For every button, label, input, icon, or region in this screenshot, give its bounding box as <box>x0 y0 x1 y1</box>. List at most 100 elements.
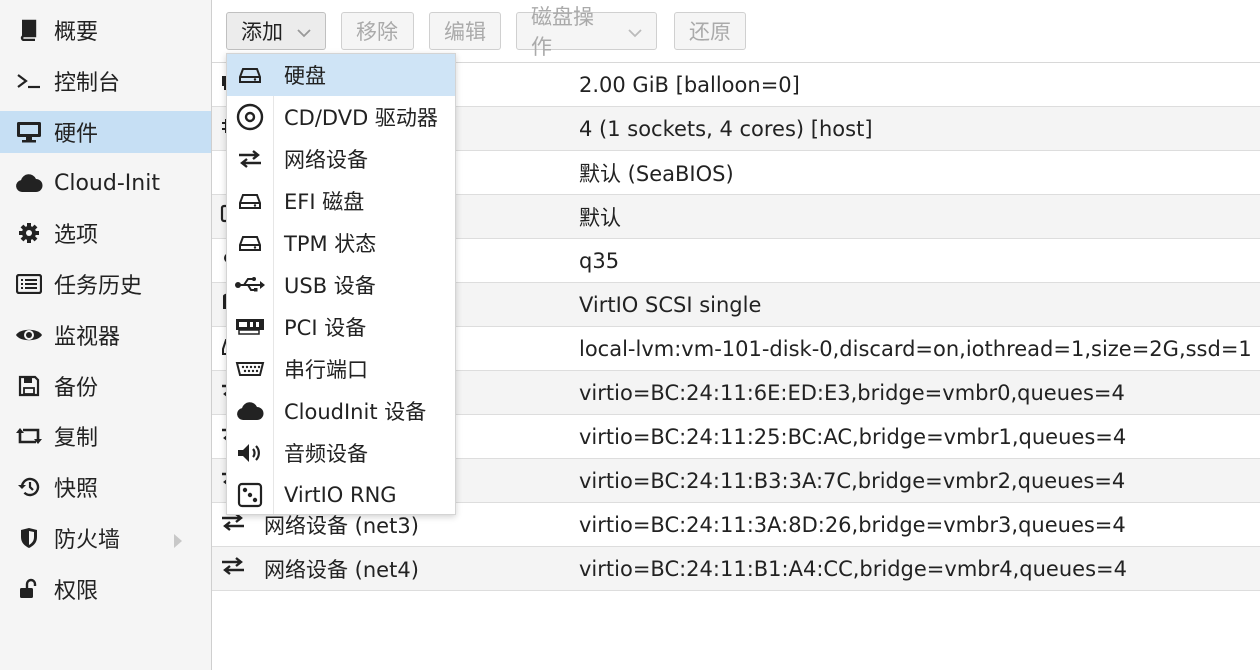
sidebar-item-label: 硬件 <box>54 122 99 147</box>
eye-icon <box>14 326 44 344</box>
sidebar: 概要 控制台 硬件 Cloud-Init 选项 任务历史 监视器 备份 复制 快… <box>0 0 212 670</box>
disk-action-button-label: 磁盘操作 <box>531 5 594 59</box>
menu-item-efi-disk[interactable]: EFI 磁盘 <box>227 180 455 222</box>
row-value: virtio=BC:24:11:6E:ED:E3,bridge=vmbr0,qu… <box>579 380 1125 405</box>
shield-icon <box>14 527 44 549</box>
menu-item-label: CD/DVD 驱动器 <box>284 106 438 130</box>
menu-item-label: EFI 磁盘 <box>284 190 365 214</box>
exchange-icon <box>220 556 246 581</box>
row-value: 2.00 GiB [balloon=0] <box>579 72 800 97</box>
row-value: local-lvm:vm-101-disk-0,discard=on,iothr… <box>579 336 1252 361</box>
sidebar-item-summary[interactable]: 概要 <box>0 9 211 51</box>
list-icon <box>14 274 44 294</box>
chevron-down-icon <box>628 19 642 43</box>
remove-button[interactable]: 移除 <box>341 12 414 50</box>
usb-icon <box>227 275 273 295</box>
menu-item-cloudinit-device[interactable]: CloudInit 设备 <box>227 390 455 432</box>
menu-item-label: 网络设备 <box>284 148 368 172</box>
sidebar-item-label: 防火墙 <box>54 528 121 553</box>
hdd-icon <box>227 192 273 210</box>
sidebar-item-label: 概要 <box>54 20 99 45</box>
row-value: virtio=BC:24:11:B1:A4:CC,bridge=vmbr4,qu… <box>579 556 1127 581</box>
menu-item-network-device[interactable]: 网络设备 <box>227 138 455 180</box>
sidebar-item-label: 快照 <box>54 477 99 502</box>
menu-item-label: 音频设备 <box>284 442 368 466</box>
pci-card-icon <box>227 317 273 337</box>
menu-item-audio-device[interactable]: 音频设备 <box>227 432 455 474</box>
menu-item-serial-port[interactable]: 串行端口 <box>227 348 455 390</box>
menu-item-label: CloudInit 设备 <box>284 400 427 424</box>
menu-item-pci-device[interactable]: PCI 设备 <box>227 306 455 348</box>
sidebar-item-replication[interactable]: 复制 <box>0 415 211 457</box>
cloud-icon <box>14 173 44 193</box>
sidebar-item-label: 权限 <box>54 579 99 604</box>
edit-button[interactable]: 编辑 <box>429 12 501 50</box>
terminal-icon <box>14 71 44 91</box>
expand-arrow-icon[interactable] <box>173 530 183 555</box>
revert-button-label: 还原 <box>689 20 731 44</box>
sidebar-item-label: 选项 <box>54 223 99 248</box>
exchange-icon <box>220 512 246 537</box>
retweet-icon <box>14 426 44 446</box>
monitor-icon <box>14 121 44 143</box>
row-value: 默认 (SeaBIOS) <box>579 161 734 186</box>
sidebar-item-label: 备份 <box>54 376 99 401</box>
sidebar-item-label: 任务历史 <box>54 274 143 299</box>
row-name: 网络设备 (net4) <box>264 557 419 582</box>
disk-action-button[interactable]: 磁盘操作 <box>516 5 657 59</box>
sidebar-item-task-history[interactable]: 任务历史 <box>0 263 211 305</box>
gear-icon <box>14 222 44 244</box>
menu-item-hard-disk[interactable]: 硬盘 <box>227 54 455 96</box>
revert-button[interactable]: 还原 <box>674 12 746 50</box>
row-value: virtio=BC:24:11:B3:3A:7C,bridge=vmbr2,qu… <box>579 468 1126 493</box>
menu-item-usb-device[interactable]: USB 设备 <box>227 264 455 306</box>
menu-item-label: PCI 设备 <box>284 316 367 340</box>
sidebar-item-firewall[interactable]: 防火墙 <box>0 517 211 559</box>
cdrom-icon <box>227 103 273 131</box>
add-button[interactable]: 添加 <box>226 12 326 50</box>
row-value: 4 (1 sockets, 4 cores) [host] <box>579 116 873 141</box>
sidebar-item-console[interactable]: 控制台 <box>0 60 211 102</box>
sidebar-item-snapshots[interactable]: 快照 <box>0 466 211 508</box>
serial-port-icon <box>227 360 273 378</box>
menu-item-tpm-state[interactable]: TPM 状态 <box>227 222 455 264</box>
row-value: 默认 <box>579 205 621 230</box>
floppy-icon <box>14 375 44 397</box>
row-value: virtio=BC:24:11:25:BC:AC,bridge=vmbr1,qu… <box>579 424 1127 449</box>
sidebar-item-cloud-init[interactable]: Cloud-Init <box>0 162 211 204</box>
menu-item-virtio-rng[interactable]: VirtIO RNG <box>227 474 455 514</box>
sidebar-item-options[interactable]: 选项 <box>0 212 211 254</box>
menu-item-cdrom[interactable]: CD/DVD 驱动器 <box>227 96 455 138</box>
sidebar-item-label: 控制台 <box>54 71 121 96</box>
row-value: virtio=BC:24:11:3A:8D:26,bridge=vmbr3,qu… <box>579 512 1126 537</box>
volume-icon <box>227 442 273 464</box>
exchange-icon <box>227 149 273 169</box>
sidebar-item-label: 监视器 <box>54 325 121 350</box>
sidebar-item-label: Cloud-Init <box>54 170 160 196</box>
sidebar-item-label: 复制 <box>54 426 99 451</box>
sidebar-item-monitor[interactable]: 监视器 <box>0 314 211 356</box>
row-value: q35 <box>579 248 620 273</box>
dice-icon <box>227 482 273 508</box>
table-row[interactable]: 网络设备 (net4) virtio=BC:24:11:B1:A4:CC,bri… <box>212 547 1260 591</box>
menu-item-label: 硬盘 <box>284 64 326 88</box>
hdd-icon <box>227 66 273 84</box>
hdd-icon <box>227 234 273 252</box>
add-button-label: 添加 <box>241 20 283 44</box>
row-value: VirtIO SCSI single <box>579 292 762 317</box>
add-dropdown-menu: 硬盘 CD/DVD 驱动器 网络设备 EFI 磁盘 TPM 状态 USB 设备 … <box>226 53 456 515</box>
sidebar-item-hardware[interactable]: 硬件 <box>0 111 211 153</box>
edit-button-label: 编辑 <box>444 20 486 44</box>
menu-item-label: 串行端口 <box>284 358 368 382</box>
remove-button-label: 移除 <box>356 20 398 44</box>
cloud-icon <box>227 401 273 421</box>
sidebar-item-backup[interactable]: 备份 <box>0 365 211 407</box>
book-icon <box>14 19 44 41</box>
unlock-icon <box>14 578 44 600</box>
history-icon <box>14 476 44 498</box>
sidebar-item-permissions[interactable]: 权限 <box>0 568 211 610</box>
menu-item-label: USB 设备 <box>284 274 376 298</box>
menu-item-label: VirtIO RNG <box>284 483 397 507</box>
chevron-down-icon <box>297 19 311 43</box>
menu-item-label: TPM 状态 <box>284 232 377 256</box>
